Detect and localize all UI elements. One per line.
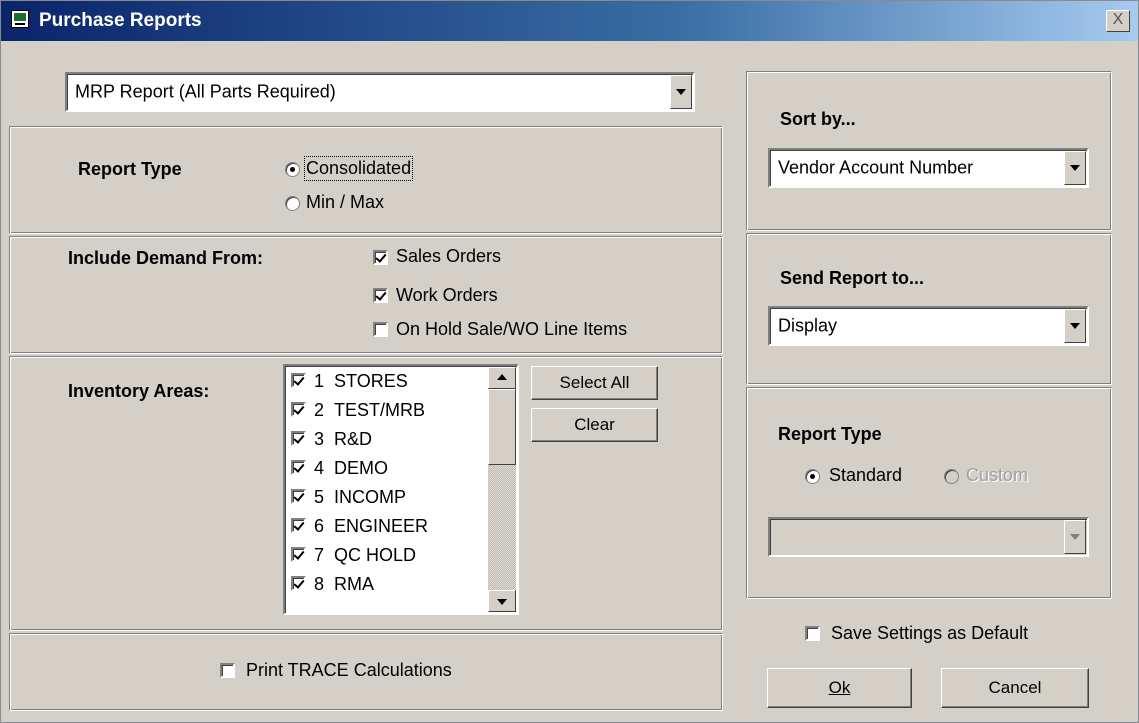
purchase-reports-window: Purchase Reports X MRP Report (All Parts…: [0, 0, 1139, 723]
area-name: TEST/MRB: [334, 400, 426, 420]
chevron-down-icon: [1064, 520, 1086, 554]
select-all-button[interactable]: Select All: [531, 366, 658, 400]
demand-label: Include Demand From:: [68, 248, 264, 268]
ok-label: Ok: [828, 678, 851, 697]
on-hold-checkbox[interactable]: [373, 322, 388, 337]
demand-panel: Include Demand From: Sales Orders Work O…: [9, 236, 723, 354]
report-select-value: MRP Report (All Parts Required): [75, 81, 336, 102]
report-select[interactable]: MRP Report (All Parts Required): [65, 72, 695, 112]
scroll-thumb[interactable]: [488, 389, 516, 465]
report-type-panel: Report Type Consolidated Min / Max: [9, 126, 723, 234]
min-max-label[interactable]: Min / Max: [306, 192, 384, 213]
sort-select-value: Vendor Account Number: [778, 157, 974, 178]
min-max-radio[interactable]: [285, 196, 300, 211]
work-orders-label[interactable]: Work Orders: [396, 285, 498, 306]
area-number: 7: [314, 545, 325, 565]
trace-panel: Print TRACE Calculations: [9, 633, 723, 711]
area-number: 8: [314, 574, 325, 594]
area-name: QC HOLD: [334, 545, 417, 565]
area-number: 3: [314, 429, 325, 449]
trace-checkbox[interactable]: [220, 663, 235, 678]
consolidated-radio[interactable]: [285, 162, 300, 177]
output-type-label: Report Type: [778, 424, 882, 444]
app-icon: [11, 10, 29, 28]
title-bar[interactable]: Purchase Reports X: [1, 1, 1138, 41]
sort-select[interactable]: Vendor Account Number: [768, 148, 1089, 188]
area-checkbox[interactable]: [291, 460, 306, 475]
area-name: DEMO: [334, 458, 389, 478]
report-type-label: Report Type: [78, 159, 182, 179]
area-name: INCOMP: [334, 487, 407, 507]
area-checkbox[interactable]: [291, 431, 306, 446]
clear-button[interactable]: Clear: [531, 408, 658, 442]
area-number: 1: [314, 371, 325, 391]
chevron-down-icon[interactable]: [670, 75, 692, 109]
custom-label: Custom: [966, 465, 1029, 485]
area-checkbox[interactable]: [291, 547, 306, 562]
scroll-up-icon[interactable]: [488, 367, 516, 389]
save-default-checkbox[interactable]: [805, 626, 820, 641]
close-button[interactable]: X: [1106, 10, 1130, 32]
ok-button[interactable]: Ok: [767, 668, 912, 708]
send-select-value: Display: [778, 315, 838, 336]
custom-radio: [944, 469, 959, 484]
cancel-label: Cancel: [988, 678, 1042, 697]
area-checkbox[interactable]: [291, 489, 306, 504]
chevron-down-icon[interactable]: [1064, 151, 1086, 185]
standard-radio[interactable]: [805, 469, 820, 484]
area-checkbox[interactable]: [291, 518, 306, 533]
standard-label[interactable]: Standard: [829, 465, 902, 486]
custom-report-select: [768, 517, 1089, 557]
area-checkbox[interactable]: [291, 402, 306, 417]
area-number: 4: [314, 458, 325, 478]
chevron-down-icon[interactable]: [1064, 309, 1086, 343]
sort-label: Sort by...: [780, 109, 856, 129]
inventory-scrollbar[interactable]: [488, 367, 516, 612]
inventory-label: Inventory Areas:: [68, 381, 210, 401]
sales-orders-checkbox[interactable]: [373, 250, 388, 265]
inventory-areas-list[interactable]: 1 STORES 2 TEST/MRB 3 R&D 4 DEMO 5 INCOM…: [283, 364, 519, 615]
cancel-button[interactable]: Cancel: [941, 668, 1089, 708]
area-name: R&D: [334, 429, 373, 449]
area-number: 6: [314, 516, 325, 536]
area-name: STORES: [334, 371, 408, 391]
consolidated-label[interactable]: Consolidated: [303, 156, 414, 181]
area-name: ENGINEER: [334, 516, 429, 536]
sales-orders-label[interactable]: Sales Orders: [396, 246, 501, 267]
save-default-label[interactable]: Save Settings as Default: [831, 623, 1028, 644]
output-type-panel: Report Type Standard Custom: [746, 387, 1112, 599]
area-checkbox[interactable]: [291, 576, 306, 591]
clear-label: Clear: [574, 415, 615, 434]
area-number: 2: [314, 400, 325, 420]
area-name: RMA: [334, 574, 375, 594]
trace-label[interactable]: Print TRACE Calculations: [246, 660, 452, 681]
scroll-down-icon[interactable]: [488, 590, 516, 612]
work-orders-checkbox[interactable]: [373, 288, 388, 303]
send-select[interactable]: Display: [768, 306, 1089, 346]
window-title: Purchase Reports: [39, 10, 202, 31]
on-hold-label[interactable]: On Hold Sale/WO Line Items: [396, 319, 627, 340]
send-label: Send Report to...: [780, 268, 924, 288]
select-all-label: Select All: [559, 373, 630, 392]
area-checkbox[interactable]: [291, 373, 306, 388]
area-number: 5: [314, 487, 325, 507]
